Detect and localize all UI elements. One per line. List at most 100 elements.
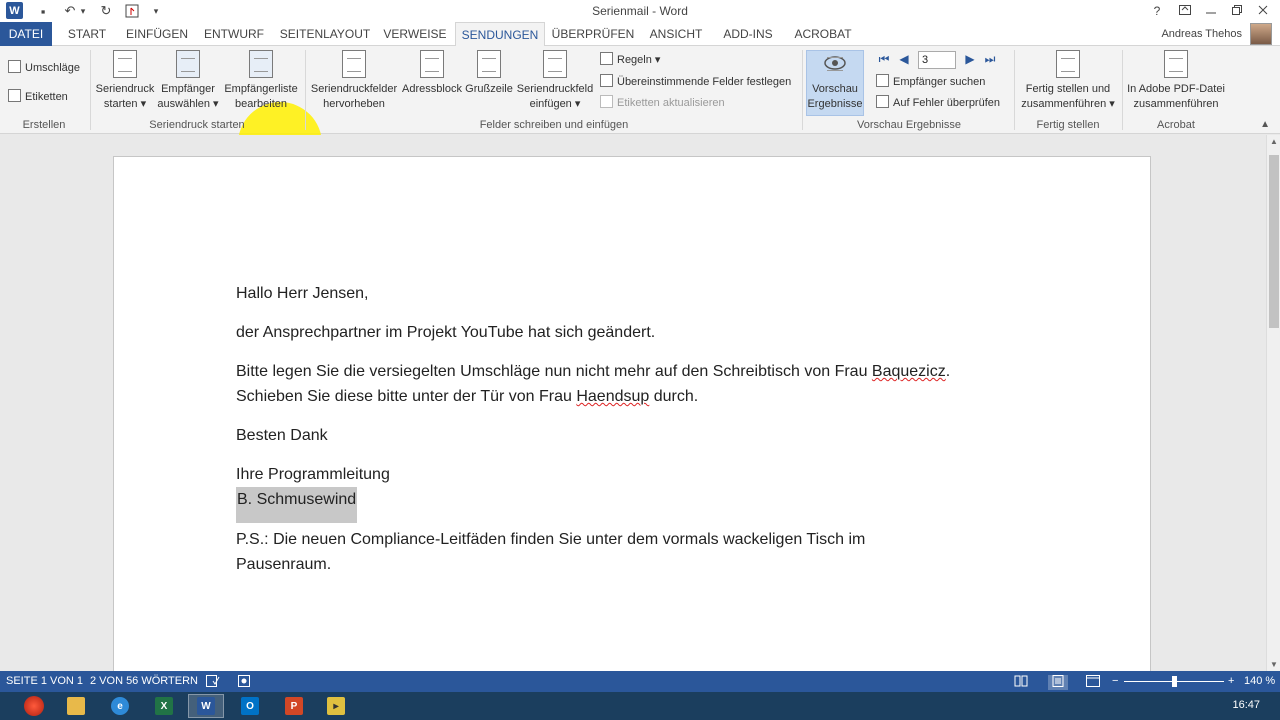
seriendruck-starten-button[interactable]: Seriendruck starten ▾ xyxy=(94,50,156,112)
find-recipient-icon xyxy=(876,74,889,87)
fehler-ueberpruefen-button[interactable]: Auf Fehler überprüfen xyxy=(876,95,1000,111)
greeting-line-icon xyxy=(477,50,501,78)
user-name[interactable]: Andreas Thehos xyxy=(1161,28,1242,40)
tab-sendungen[interactable]: SENDUNGEN xyxy=(455,22,545,47)
start-button[interactable] xyxy=(16,694,52,718)
fertig-stellen-button[interactable]: Fertig stellen und zusammenführen ▾ xyxy=(1016,50,1120,112)
zoom-in-icon[interactable]: + xyxy=(1228,675,1234,687)
close-icon[interactable] xyxy=(1250,2,1276,20)
group-label-fertig: Fertig stellen xyxy=(1036,119,1100,131)
tab-start[interactable]: START xyxy=(58,22,116,46)
divider xyxy=(90,50,91,130)
taskbar-explorer[interactable] xyxy=(58,694,94,718)
taskbar: e X W O P ▸ 16:47 xyxy=(0,692,1280,720)
adobe-pdf-merge-button[interactable]: In Adobe PDF-Datei zusammenführen xyxy=(1124,50,1228,112)
word-icon: W xyxy=(197,697,215,715)
taskbar-word[interactable]: W xyxy=(188,694,224,718)
tab-einfuegen[interactable]: EINFÜGEN xyxy=(122,22,192,46)
tab-add-ins[interactable]: ADD-INS xyxy=(716,22,780,46)
divider xyxy=(1122,50,1123,130)
ps-line-1: P.S.: Die neuen Compliance-Leitfäden fin… xyxy=(236,531,866,548)
zoom-level[interactable]: 140 % xyxy=(1244,675,1275,687)
empfaengerliste-bearbeiten-button[interactable]: Empfängerliste bearbeiten xyxy=(222,50,300,112)
group-label-seriendruck: Seriendruck starten xyxy=(149,119,245,131)
misspelled-word[interactable]: Baquezicz xyxy=(872,363,946,380)
adressblock-button[interactable]: Adressblock xyxy=(400,50,464,97)
minimize-icon[interactable] xyxy=(1198,2,1224,20)
taskbar-powerpoint[interactable]: P xyxy=(276,694,312,718)
app-icon: ▸ xyxy=(327,697,345,715)
document-page[interactable]: Hallo Herr Jensen, der Ansprechpartner i… xyxy=(113,156,1151,686)
vorschau-ergebnisse-button[interactable]: Vorschau Ergebnisse xyxy=(806,50,864,112)
last-record-icon[interactable]: ⏭ xyxy=(982,52,998,67)
restore-icon[interactable] xyxy=(1224,2,1250,20)
felder-festlegen-button[interactable]: Übereinstimmende Felder festlegen xyxy=(600,74,791,90)
group-label-felder: Felder schreiben und einfügen xyxy=(479,119,629,131)
thanks-line: Besten Dank xyxy=(236,427,328,444)
body-line-2: Bitte legen Sie die versiegelten Umschlä… xyxy=(236,363,951,380)
title-bar: W ▪ ↶ ▾ ↻ ▾ Serienmail - Word ? xyxy=(0,0,1280,22)
taskbar-internet-explorer[interactable]: e xyxy=(102,694,138,718)
print-layout-icon[interactable] xyxy=(1048,675,1068,690)
vertical-scrollbar[interactable]: ▲ ▼ xyxy=(1266,135,1280,671)
empfaenger-suchen-button[interactable]: Empfänger suchen xyxy=(876,74,985,90)
seriendruckfeld-einfuegen-button[interactable]: Seriendruckfeld einfügen ▾ xyxy=(514,50,596,112)
regeln-button[interactable]: Regeln ▾ xyxy=(600,52,660,68)
previous-record-icon[interactable]: ◀ xyxy=(896,52,912,66)
insert-merge-field-icon xyxy=(543,50,567,78)
mail-merge-icon xyxy=(113,50,137,78)
edit-recipient-list-icon xyxy=(249,50,273,78)
tab-ueberpruefen[interactable]: ÜBERPRÜFEN xyxy=(550,22,636,46)
ribbon-tabs: DATEI START EINFÜGEN ENTWURF SEITENLAYOU… xyxy=(0,22,1280,47)
body-line-3: Schieben Sie diese bitte unter der Tür v… xyxy=(236,388,699,405)
tab-acrobat[interactable]: ACROBAT xyxy=(786,22,860,46)
grusszeile-button[interactable]: Grußzeile xyxy=(464,50,514,97)
zoom-out-icon[interactable]: − xyxy=(1112,675,1118,687)
empfaenger-auswaehlen-button[interactable]: Empfänger auswählen ▾ xyxy=(156,50,220,112)
proofing-icon[interactable] xyxy=(206,675,220,690)
update-labels-icon xyxy=(600,95,613,108)
taskbar-app[interactable]: ▸ xyxy=(318,694,354,718)
divider xyxy=(305,50,306,130)
document-area[interactable]: Hallo Herr Jensen, der Ansprechpartner i… xyxy=(0,135,1266,686)
taskbar-excel[interactable]: X xyxy=(146,694,182,718)
word-count[interactable]: 2 VON 56 WÖRTERN xyxy=(90,675,198,687)
tab-ansicht[interactable]: ANSICHT xyxy=(642,22,710,46)
scroll-up-icon[interactable]: ▲ xyxy=(1267,137,1280,146)
greeting-line: Hallo Herr Jensen, xyxy=(236,285,369,302)
folder-icon xyxy=(67,697,85,715)
web-layout-icon[interactable] xyxy=(1086,675,1100,690)
check-errors-icon xyxy=(876,95,889,108)
page-count[interactable]: SEITE 1 VON 1 xyxy=(6,675,83,687)
umschlaege-button[interactable]: Umschläge xyxy=(8,60,80,76)
match-fields-icon xyxy=(600,74,613,87)
internet-explorer-icon: e xyxy=(111,697,129,715)
etiketten-button[interactable]: Etiketten xyxy=(8,89,68,105)
status-bar: SEITE 1 VON 1 2 VON 56 WÖRTERN − + 140 % xyxy=(0,671,1280,692)
help-button[interactable]: ? xyxy=(1144,2,1170,20)
clock[interactable]: 16:47 xyxy=(1232,699,1260,711)
tab-datei[interactable]: DATEI xyxy=(0,22,52,46)
preview-results-icon xyxy=(823,50,847,78)
signature-merge-field[interactable]: B. Schmusewind xyxy=(236,487,358,523)
record-number-input[interactable]: 3 xyxy=(918,51,956,69)
read-mode-icon[interactable] xyxy=(1014,675,1028,690)
outlook-icon: O xyxy=(241,697,259,715)
taskbar-outlook[interactable]: O xyxy=(232,694,268,718)
next-record-icon[interactable]: ▶ xyxy=(962,52,978,66)
macro-record-icon[interactable] xyxy=(238,675,250,690)
zoom-slider-handle[interactable] xyxy=(1172,676,1177,687)
tab-entwurf[interactable]: ENTWURF xyxy=(198,22,270,46)
scroll-thumb[interactable] xyxy=(1269,155,1279,328)
misspelled-word[interactable]: Haendsup xyxy=(576,388,649,405)
avatar[interactable] xyxy=(1250,23,1272,45)
collapse-ribbon-icon[interactable]: ▲ xyxy=(1260,119,1270,130)
seriendruckfelder-hervorheben-button[interactable]: Seriendruckfelder hervorheben xyxy=(308,50,400,112)
first-record-icon[interactable]: ⏮ xyxy=(876,52,892,67)
ribbon-display-options-icon[interactable] xyxy=(1172,2,1198,20)
tab-verweise[interactable]: VERWEISE xyxy=(380,22,450,46)
window-title: Serienmail - Word xyxy=(592,4,688,18)
scroll-down-icon[interactable]: ▼ xyxy=(1267,660,1280,669)
tab-seitenlayout[interactable]: SEITENLAYOUT xyxy=(276,22,374,46)
etiketten-aktualisieren-button[interactable]: Etiketten aktualisieren xyxy=(600,95,725,111)
